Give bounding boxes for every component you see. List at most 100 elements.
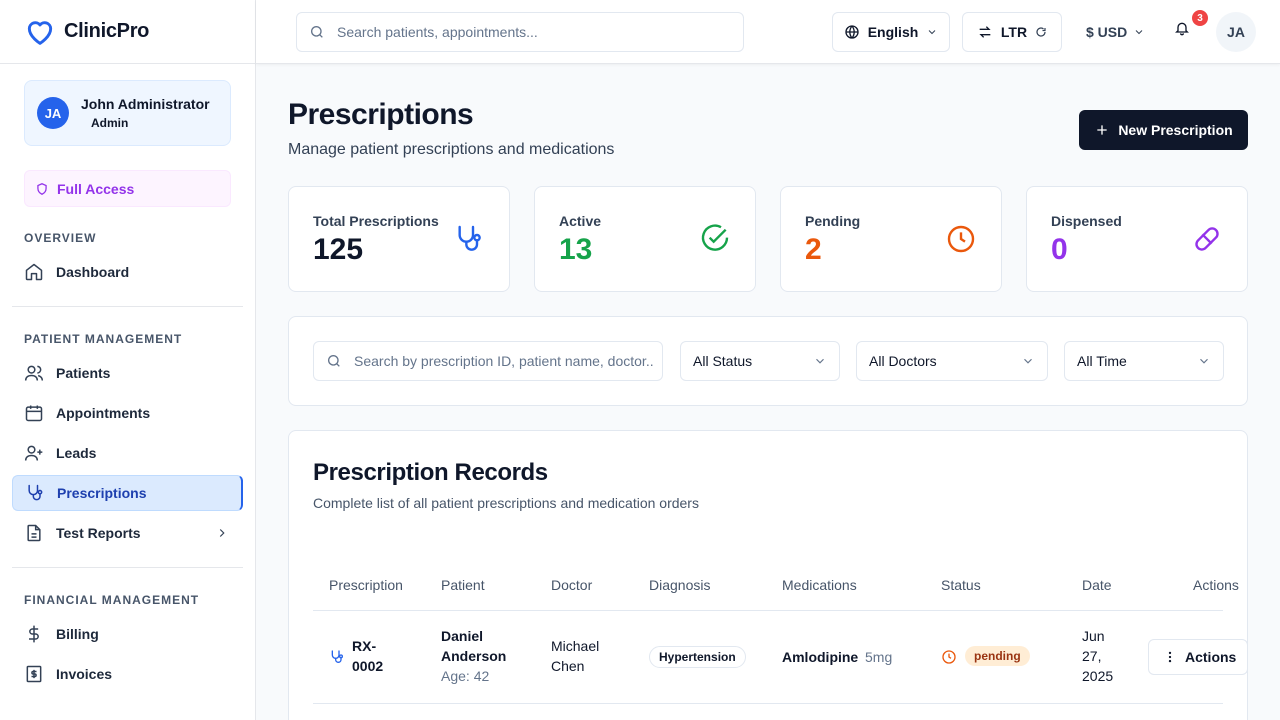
user-plus-icon	[24, 443, 44, 463]
column-header[interactable]: Medications	[782, 577, 857, 593]
sidebar-item-test-reports[interactable]: Test Reports	[12, 515, 243, 551]
file-text-icon	[24, 523, 44, 543]
sidebar-item-label: Leads	[56, 445, 97, 461]
prescription-id[interactable]: RX- 0002	[352, 636, 383, 676]
stat-value: 2	[805, 233, 822, 266]
stat-label: Total Prescriptions	[313, 213, 439, 229]
new-prescription-button[interactable]: New Prescription	[1079, 110, 1248, 150]
medication-name: Amlodipine	[782, 649, 859, 665]
diagnosis-badge: Hypertension	[649, 646, 746, 668]
receipt-icon	[24, 664, 44, 684]
column-header[interactable]: Actions	[1193, 577, 1239, 593]
prescription-search-input[interactable]	[354, 353, 654, 369]
brand-name: ClinicPro	[64, 20, 150, 42]
stethoscope-icon	[453, 223, 485, 255]
doctor-name: Michael Chen	[551, 638, 600, 674]
stat-value: 125	[313, 233, 364, 266]
status-filter[interactable]: All Status	[680, 341, 840, 381]
chevron-down-icon	[926, 26, 938, 38]
direction-toggle[interactable]: LTR	[962, 12, 1062, 52]
home-icon	[24, 262, 44, 282]
column-header[interactable]: Patient	[441, 577, 485, 593]
divider	[12, 306, 243, 307]
column-header[interactable]: Doctor	[551, 577, 592, 593]
clock-icon	[945, 223, 977, 255]
patient-name: Daniel Anderson Age: 42	[441, 628, 507, 684]
calendar-icon	[24, 403, 44, 423]
sidebar-item-leads[interactable]: Leads	[12, 435, 243, 471]
row-actions-button[interactable]: Actions	[1148, 639, 1247, 675]
divider	[12, 567, 243, 568]
records-subtitle: Complete list of all patient prescriptio…	[313, 495, 699, 511]
column-header[interactable]: Date	[1082, 577, 1112, 593]
chevron-down-icon	[1197, 354, 1211, 368]
sidebar-item-label: Invoices	[56, 666, 113, 682]
medication-dose: 5mg	[865, 649, 893, 665]
stat-value: 13	[559, 233, 593, 266]
user-role: Admin	[91, 116, 129, 130]
refresh-icon	[1035, 26, 1047, 38]
stat-label: Dispensed	[1051, 213, 1122, 229]
sidebar-item-label: Appointments	[56, 405, 151, 421]
bell-icon[interactable]	[1174, 20, 1190, 36]
sidebar-item-label: Billing	[56, 626, 99, 642]
shield-icon	[35, 182, 49, 196]
sidebar-item-label: Dashboard	[56, 264, 130, 280]
section-financial-management: FINANCIAL MANAGEMENT	[24, 593, 200, 607]
time-filter[interactable]: All Time	[1064, 341, 1224, 381]
language-label: English	[867, 24, 919, 40]
language-select[interactable]: English	[832, 12, 950, 52]
chevron-right-icon[interactable]	[215, 526, 229, 540]
avatar[interactable]: JA	[1216, 12, 1256, 52]
sidebar-item-label: Prescriptions	[57, 485, 147, 501]
avatar: JA	[37, 97, 69, 129]
globe-icon	[844, 24, 860, 40]
more-vertical-icon	[1163, 650, 1177, 664]
brand[interactable]: ClinicPro	[0, 0, 255, 64]
page-subtitle: Manage patient prescriptions and medicat…	[288, 141, 615, 158]
stat-card-pending: Pending 2	[780, 186, 1002, 292]
records-title: Prescription Records	[313, 459, 548, 486]
swap-arrows-icon	[977, 24, 993, 40]
sidebar-item-invoices[interactable]: Invoices	[12, 656, 243, 692]
currency-select[interactable]: $ USD	[1086, 12, 1145, 52]
notification-badge: 3	[1192, 10, 1208, 26]
doctor-filter[interactable]: All Doctors	[856, 341, 1048, 381]
user-name: John Administrator	[81, 96, 210, 112]
prescription-search[interactable]	[313, 341, 663, 381]
actions-label: Actions	[1185, 649, 1237, 665]
access-badge: Full Access	[24, 170, 231, 207]
column-header[interactable]: Status	[941, 577, 981, 593]
sidebar-item-dashboard[interactable]: Dashboard	[12, 254, 243, 290]
sidebar-item-label: Test Reports	[56, 525, 141, 541]
stat-label: Pending	[805, 213, 861, 229]
sidebar: ClinicPro JA John Administrator Admin Fu…	[0, 0, 256, 720]
global-search[interactable]	[296, 12, 744, 52]
search-icon	[309, 24, 325, 40]
doctor-filter-value: All Doctors	[869, 353, 937, 369]
sidebar-item-billing[interactable]: Billing	[12, 616, 243, 652]
plus-icon	[1094, 122, 1110, 138]
chevron-down-icon	[1021, 354, 1035, 368]
users-icon	[24, 363, 44, 383]
column-header[interactable]: Prescription	[329, 577, 403, 593]
chevron-down-icon	[1133, 26, 1145, 38]
dollar-icon	[24, 624, 44, 644]
chevron-down-icon	[813, 354, 827, 368]
search-input[interactable]	[337, 24, 717, 40]
top-header: English LTR $ USD 3 JA	[256, 0, 1280, 64]
patient-age: Age: 42	[441, 668, 490, 684]
stat-card-dispensed: Dispensed 0	[1026, 186, 1248, 292]
sidebar-item-appointments[interactable]: Appointments	[12, 395, 243, 431]
column-header[interactable]: Diagnosis	[649, 577, 710, 593]
page-title: Prescriptions	[288, 98, 474, 131]
sidebar-item-label: Patients	[56, 365, 111, 381]
user-card[interactable]: JA John Administrator Admin	[24, 80, 231, 146]
sidebar-item-patients[interactable]: Patients	[12, 355, 243, 391]
table-row[interactable]: RX- 0002 Daniel Anderson Age: 42 Michael…	[313, 611, 1247, 704]
prescription-date: Jun 27, 2025	[1082, 628, 1114, 684]
status-filter-value: All Status	[693, 353, 753, 369]
status-badge: pending	[965, 646, 1030, 666]
sidebar-item-prescriptions[interactable]: Prescriptions	[12, 475, 243, 511]
stat-card-active: Active 13	[534, 186, 756, 292]
